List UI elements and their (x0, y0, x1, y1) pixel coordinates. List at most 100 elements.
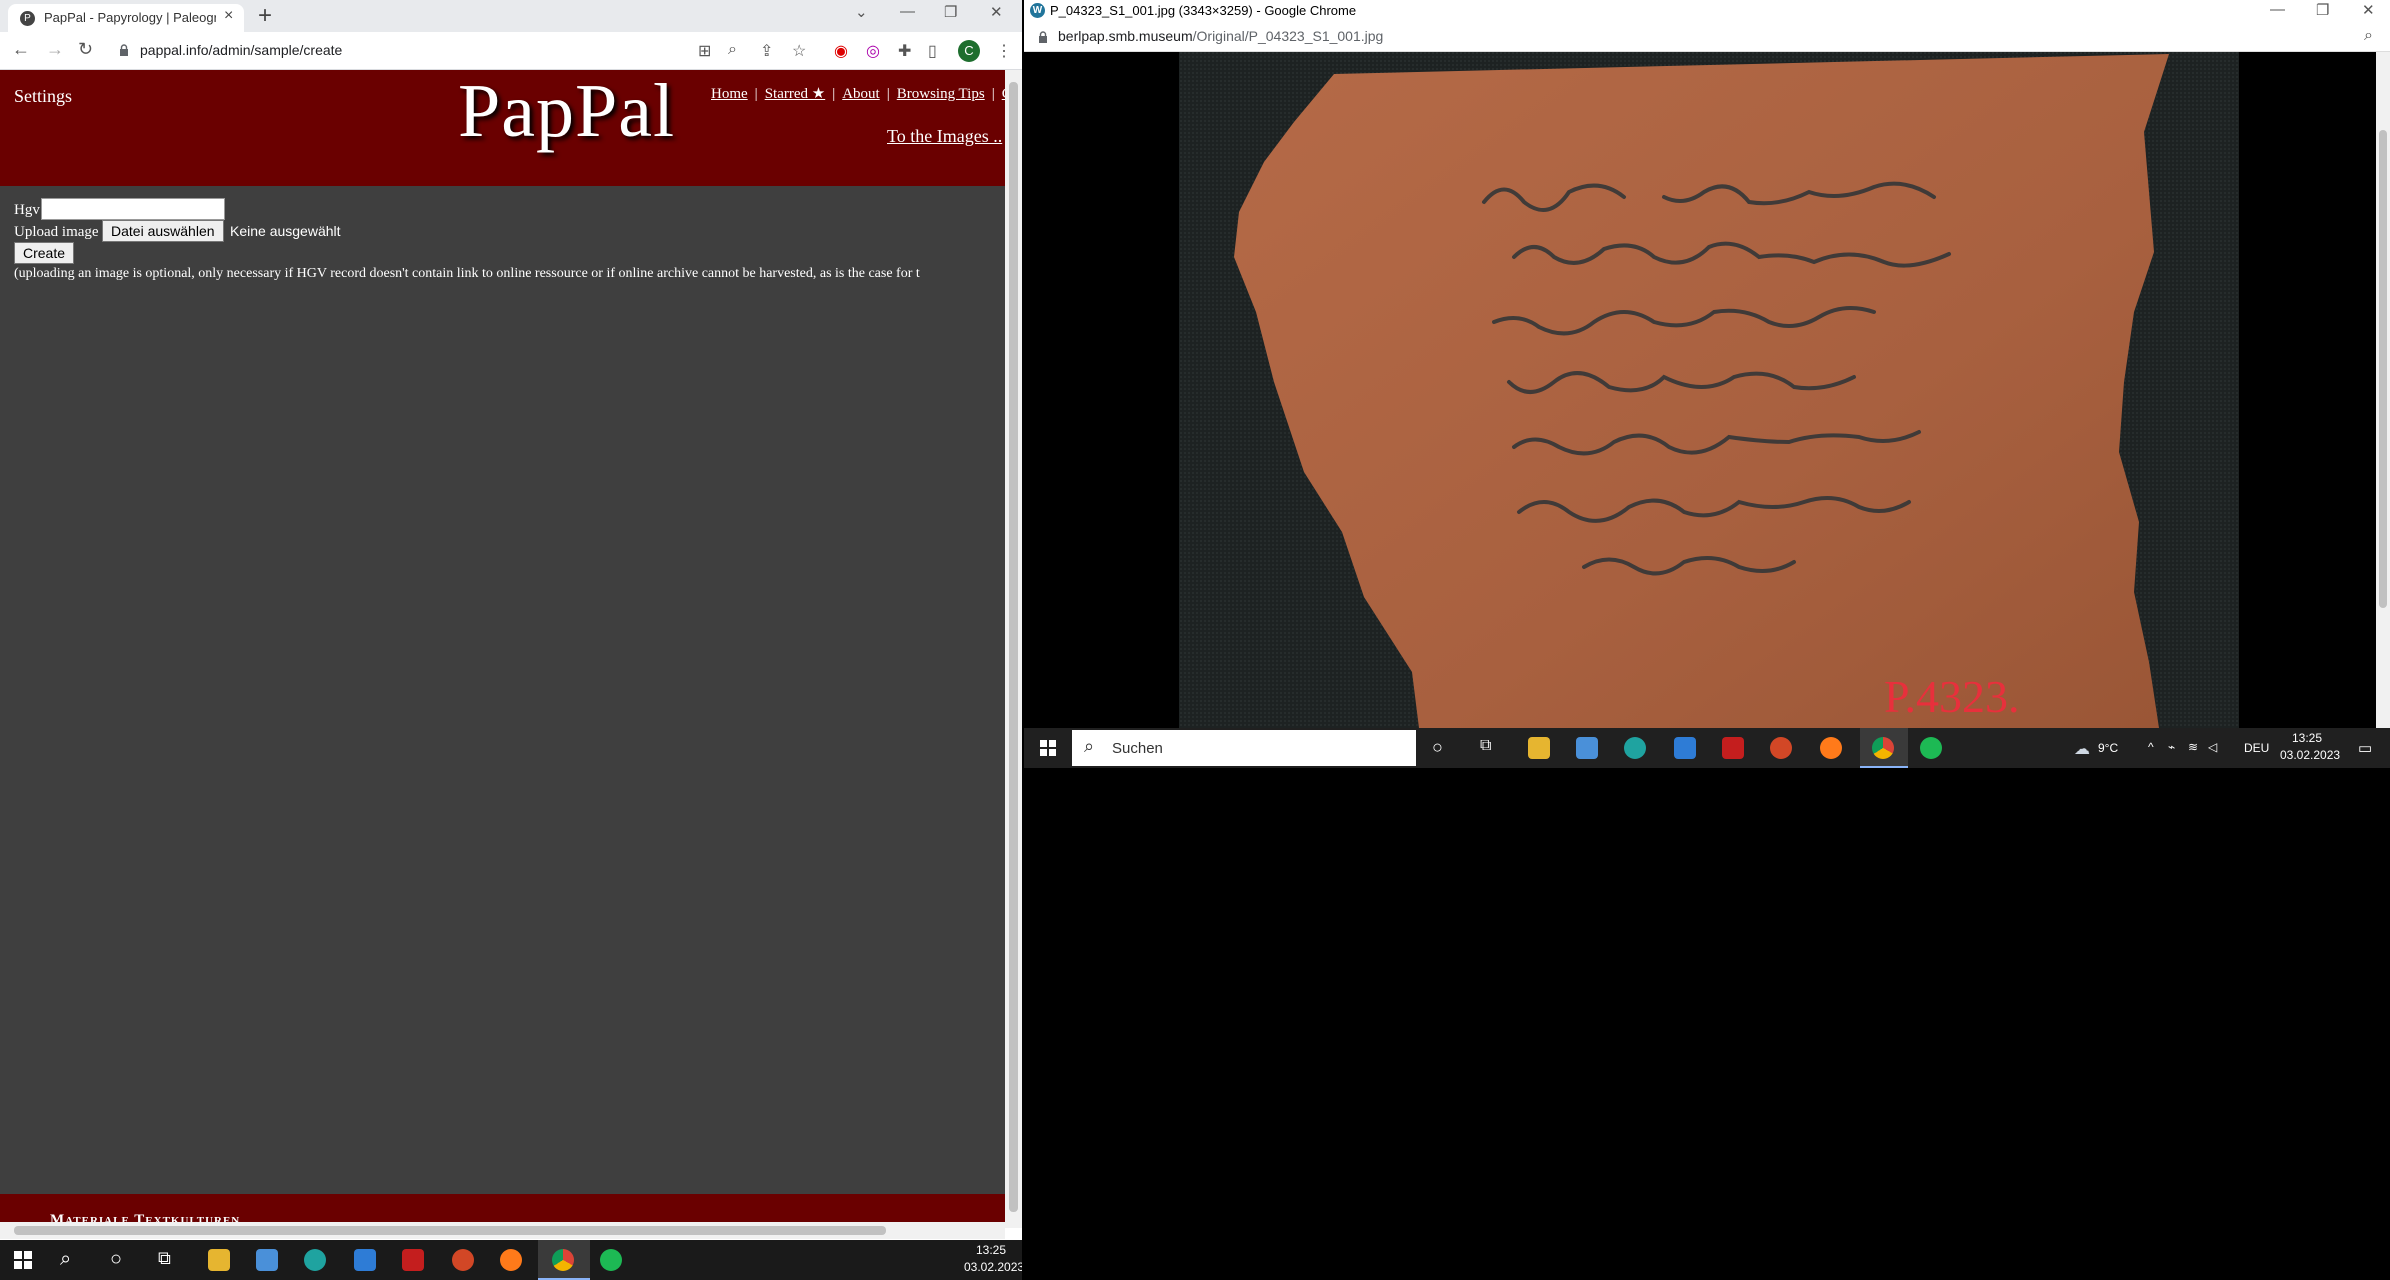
clock-date[interactable]: 03.02.2023 (2280, 748, 2340, 762)
close-tab-icon[interactable]: × (224, 7, 233, 25)
store-icon[interactable] (256, 1249, 278, 1271)
search-placeholder: Suchen (1112, 740, 1163, 757)
chrome-icon[interactable] (1872, 737, 1894, 759)
tab-pappal[interactable]: P PapPal - Papyrology | Paleograph × (8, 4, 244, 32)
nav-home[interactable]: Home (711, 86, 748, 102)
task-view-icon[interactable]: ⧉ (158, 1248, 171, 1269)
powerpoint-icon[interactable] (1770, 737, 1792, 759)
choose-file-button[interactable]: Datei auswählen (102, 220, 224, 242)
taskbar-right: ⌕ Suchen ○ ⧉ ☁ 9°C ^ ⌁ ≋ ◁ DEU 13:25 03.… (1024, 728, 2390, 768)
new-tab-button[interactable]: + (258, 2, 272, 30)
profile-avatar[interactable]: C (958, 40, 980, 62)
extensions-puzzle-icon[interactable]: ✚ (898, 41, 911, 61)
tab-title: PapPal - Papyrology | Paleograph (44, 10, 216, 25)
menu-dots-icon[interactable]: ⋮ (996, 41, 1012, 61)
share-icon[interactable]: ⇪ (760, 41, 773, 61)
browser-toolbar: ← → ↻ pappal.info/admin/sample/create ⊞ … (0, 32, 1022, 70)
tray-chevron-icon[interactable]: ^ (2148, 740, 2154, 754)
upload-note: (uploading an image is optional, only ne… (14, 266, 920, 281)
scroll-thumb[interactable] (1009, 82, 1018, 1212)
nav-about[interactable]: About (842, 86, 880, 102)
spotify-icon[interactable] (600, 1249, 622, 1271)
nav-starred[interactable]: Starred ★ (765, 86, 826, 102)
reload-icon[interactable]: ↻ (78, 39, 93, 60)
firefox-icon[interactable] (500, 1249, 522, 1271)
lock-icon (120, 44, 128, 56)
horizontal-scrollbar[interactable] (0, 1222, 1005, 1239)
translate-icon[interactable]: ⊞ (698, 41, 711, 61)
scroll-thumb[interactable] (2379, 130, 2387, 608)
vertical-scrollbar[interactable] (2376, 52, 2390, 728)
chrome-icon[interactable] (552, 1249, 574, 1271)
notifications-icon[interactable]: ▭ (2358, 739, 2372, 757)
tab-search-icon[interactable]: ⌄ (855, 3, 868, 21)
zoom-icon[interactable]: ⌕ (2364, 27, 2373, 45)
site-logo[interactable]: PapPal (458, 70, 675, 155)
windows-start-icon[interactable] (14, 1251, 32, 1269)
search-icon[interactable]: ⌕ (60, 1248, 71, 1271)
minimize-icon[interactable]: — (900, 3, 915, 20)
spotify-icon[interactable] (1920, 737, 1942, 759)
clock-time[interactable]: 13:25 (2292, 731, 2322, 745)
volume-icon[interactable]: ◁ (2208, 740, 2217, 754)
powerpoint-icon[interactable] (452, 1249, 474, 1271)
back-icon[interactable]: ← (12, 39, 30, 60)
taskbar-left: ⌕ ○ ⧉ 13:25 03.02.2023 (0, 1240, 1022, 1280)
task-view-icon[interactable]: ⧉ (1480, 737, 1491, 755)
clock-date: 03.02.2023 (964, 1260, 1022, 1274)
wordpress-icon: W (1030, 3, 1045, 18)
top-nav: Home|Starred ★|About|Browsing Tips|C (711, 84, 1005, 103)
scroll-thumb[interactable] (14, 1226, 886, 1235)
cortana-icon[interactable]: ○ (1432, 737, 1443, 758)
store-icon[interactable] (1576, 737, 1598, 759)
zoom-icon[interactable]: ⌕ (728, 41, 737, 59)
hgv-label: Hgv (14, 202, 40, 218)
restore-icon[interactable]: ❐ (944, 3, 957, 21)
window-title: P_04323_S1_001.jpg (3343×3259) - Google … (1050, 3, 1357, 18)
address-bar[interactable]: pappal.info/admin/sample/create (140, 42, 342, 58)
title-bar: W P_04323_S1_001.jpg (3343×3259) - Googl… (1024, 0, 2390, 22)
file-explorer-icon[interactable] (208, 1249, 230, 1271)
forward-icon[interactable]: → (46, 39, 64, 60)
acrobat-icon[interactable] (1722, 737, 1744, 759)
settings-link[interactable]: Settings (14, 86, 72, 107)
language-indicator[interactable]: DEU (2244, 741, 2269, 755)
side-panel-icon[interactable]: ▯ (928, 41, 937, 61)
vertical-scrollbar[interactable] (1005, 70, 1022, 1228)
upload-image-label: Upload image (14, 224, 99, 240)
weather-cloud-icon[interactable]: ☁ (2074, 739, 2090, 759)
mail-icon[interactable] (1674, 737, 1696, 759)
weather-temp[interactable]: 9°C (2098, 741, 2118, 755)
edge-icon[interactable] (304, 1249, 326, 1271)
create-button[interactable]: Create (14, 242, 75, 264)
to-the-images-link[interactable]: To the Images .. (887, 126, 1002, 147)
address-bar-row: berlpap.smb.museum/Original/P_04323_S1_0… (1024, 22, 2390, 52)
windows-start-icon[interactable] (1040, 740, 1056, 756)
site-header: Settings PapPal Home | Starred ★ | About | Bro… (0, 70, 1005, 186)
nav-browsing-tips[interactable]: Browsing Tips (897, 86, 985, 102)
hgv-input[interactable] (41, 198, 225, 220)
acrobat-icon[interactable] (402, 1249, 424, 1271)
image-viewer[interactable]: P.4323. (1024, 52, 2376, 728)
bookmark-star-icon[interactable]: ☆ (792, 41, 806, 61)
taskbar-search-box[interactable]: ⌕ Suchen (1072, 730, 1416, 766)
tab-strip: P PapPal - Papyrology | Paleograph × + ⌄… (0, 0, 1022, 32)
address-bar[interactable]: berlpap.smb.museum/Original/P_04323_S1_0… (1058, 28, 1383, 44)
ostracon-photo[interactable]: P.4323. (1024, 52, 2376, 728)
url-path: /Original/P_04323_S1_001.jpg (1192, 28, 1384, 44)
extension-purple-icon[interactable]: ◎ (866, 41, 880, 61)
cortana-icon[interactable]: ○ (110, 1248, 122, 1271)
firefox-icon[interactable] (1820, 737, 1842, 759)
file-explorer-icon[interactable] (1528, 737, 1550, 759)
right-browser-window: W P_04323_S1_001.jpg (3343×3259) - Googl… (1024, 0, 2390, 768)
restore-icon[interactable]: ❐ (2316, 1, 2329, 19)
extension-red-icon[interactable]: ◉ (834, 41, 848, 61)
wifi-icon[interactable]: ≋ (2188, 740, 2198, 754)
mail-icon[interactable] (354, 1249, 376, 1271)
minimize-icon[interactable]: — (2270, 1, 2285, 18)
close-window-icon[interactable]: ✕ (990, 3, 1003, 21)
close-window-icon[interactable]: ✕ (2362, 1, 2375, 19)
file-status: Keine ausgewählt (230, 223, 341, 239)
edge-icon[interactable] (1624, 737, 1646, 759)
network-icon[interactable]: ⌁ (2168, 740, 2175, 754)
